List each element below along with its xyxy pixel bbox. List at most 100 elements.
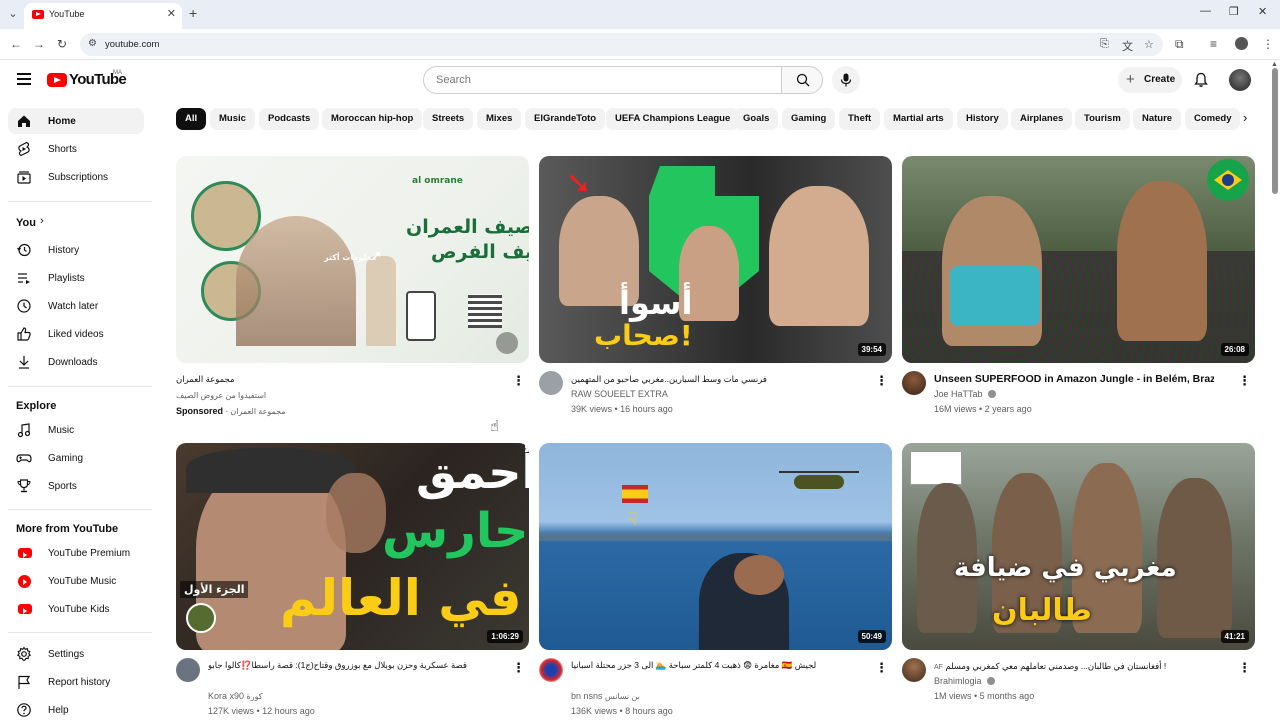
video-thumbnail[interactable]: 26:08 xyxy=(902,156,1255,363)
channel-avatar[interactable] xyxy=(539,658,563,682)
media-controls-icon[interactable]: ≡ xyxy=(1210,37,1217,51)
open-link-icon[interactable] xyxy=(496,332,518,354)
chip[interactable]: Airplanes xyxy=(1011,108,1073,130)
more-options-icon[interactable]: ⋮ xyxy=(875,373,888,389)
sidebar-item-shorts[interactable]: Shorts xyxy=(8,136,144,162)
chip[interactable]: Nature xyxy=(1133,108,1182,130)
channel-name[interactable]: Joe HaTTab xyxy=(934,389,983,399)
search-input[interactable] xyxy=(436,68,766,92)
more-info-label[interactable]: معلومات أكثر xyxy=(324,253,376,262)
sidebar-item-youtube-premium[interactable]: YouTube Premium xyxy=(8,540,144,566)
chip-all[interactable]: All xyxy=(176,108,207,130)
sidebar-item-gaming[interactable]: Gaming xyxy=(8,445,144,471)
sidebar-item-you[interactable]: You › xyxy=(8,210,144,236)
sidebar-item-liked-videos[interactable]: Liked videos xyxy=(8,321,144,347)
video-thumbnail[interactable]: أحمق حارس في العالم الجزء الأول 1:06:29 xyxy=(176,443,529,650)
channel-avatar[interactable] xyxy=(902,658,926,682)
ad-thumbnail[interactable]: al omrane صيف العمران... صيف الفرص معلوم… xyxy=(176,156,529,363)
video-title[interactable]: أفغانستان في طالبان... وصدمني تعاملهم مع… xyxy=(945,661,1166,671)
video-thumbnail[interactable]: ➘ أسوأ صحاب! 39:54 xyxy=(539,156,892,363)
chip[interactable]: UEFA Champions League xyxy=(606,108,740,130)
profile-icon[interactable] xyxy=(1235,37,1248,50)
video-card[interactable]: 26:08 Unseen SUPERFOOD in Amazon Jungle … xyxy=(902,156,1255,426)
channel-name[interactable]: Brahimlogia xyxy=(934,676,982,686)
channel-avatar[interactable] xyxy=(902,371,926,395)
sidebar-item-playlists[interactable]: Playlists xyxy=(8,265,144,291)
reload-icon[interactable]: ↻ xyxy=(57,37,67,51)
ad-advertiser-name[interactable]: مجموعة العمران xyxy=(176,372,476,386)
chip[interactable]: ElGrandeToto xyxy=(525,108,606,130)
video-thumbnail[interactable]: مغربي في ضيافة طالبان 41:21 xyxy=(902,443,1255,650)
tab-search-icon[interactable]: ⌄ xyxy=(4,5,22,23)
scroll-up-icon[interactable]: ▲ xyxy=(1271,61,1278,68)
close-window-icon[interactable]: ✕ xyxy=(1258,5,1267,18)
chip[interactable]: Streets xyxy=(423,108,474,130)
sidebar-item-downloads[interactable]: Downloads xyxy=(8,349,144,375)
chip[interactable]: History xyxy=(957,108,1008,130)
more-options-icon[interactable]: ⋮ xyxy=(512,660,525,676)
address-bar[interactable]: ⚙ youtube.com ⎘ 文 ☆ xyxy=(80,33,1163,56)
chevron-right-icon[interactable]: › xyxy=(1243,110,1247,125)
chip[interactable]: Martial arts xyxy=(884,108,953,130)
sidebar-item-youtube-music[interactable]: YouTube Music xyxy=(8,568,144,594)
sidebar-item-music[interactable]: Music xyxy=(8,417,144,443)
video-card[interactable]: ➘ أسوأ صحاب! 39:54 فرنسي مات وسط السباري… xyxy=(539,156,892,426)
more-options-icon[interactable]: ⋮ xyxy=(875,660,888,676)
chip[interactable]: Tourism xyxy=(1075,108,1130,130)
account-avatar[interactable] xyxy=(1229,69,1251,91)
channel-avatar[interactable] xyxy=(539,371,563,395)
forward-icon[interactable]: → xyxy=(33,37,45,51)
chip[interactable]: Theft xyxy=(839,108,881,130)
chip[interactable]: Podcasts xyxy=(259,108,320,130)
sidebar-item-history[interactable]: History xyxy=(8,237,144,263)
video-title[interactable]: قصة عسكرية وحزن بوبلال مع بوزروق وقتاح(ج… xyxy=(208,659,508,672)
chip[interactable]: Comedy xyxy=(1185,108,1241,130)
sidebar-item-report-history[interactable]: Report history xyxy=(8,669,144,695)
tab-close-icon[interactable]: ✕ xyxy=(167,7,176,20)
video-title[interactable]: فرنسي مات وسط السبارين..مغربي صاحبو من ا… xyxy=(571,372,871,386)
sidebar-item-subscriptions[interactable]: Subscriptions xyxy=(8,164,144,190)
install-app-icon[interactable]: ⎘ xyxy=(1100,38,1109,51)
sidebar-item-help[interactable]: Help xyxy=(8,697,144,723)
more-options-icon[interactable]: ⋮ xyxy=(1238,373,1251,389)
sidebar-item-home[interactable]: Home xyxy=(8,108,144,134)
channel-name[interactable]: RAW SOUEELT EXTRA xyxy=(571,389,668,399)
sidebar-item-watch-later[interactable]: Watch later xyxy=(8,293,144,319)
video-title[interactable]: Unseen SUPERFOOD in Amazon Jungle - in B… xyxy=(934,373,1214,385)
notifications-bell-icon[interactable] xyxy=(1193,72,1209,88)
ad-card[interactable]: al omrane صيف العمران... صيف الفرص معلوم… xyxy=(176,156,529,426)
video-card[interactable]: أحمق حارس في العالم الجزء الأول 1:06:29 … xyxy=(176,443,529,716)
search-button[interactable] xyxy=(781,66,823,94)
extensions-icon[interactable]: ⧉ xyxy=(1175,37,1184,52)
video-title[interactable]: مغامرة 😨 ذهبت 4 كلمتر سباحة 🏊 الى 3 جزر … xyxy=(571,659,871,672)
create-button[interactable]: + Create xyxy=(1118,67,1182,93)
channel-avatar[interactable] xyxy=(176,658,200,682)
translate-icon[interactable]: 文 xyxy=(1122,38,1133,54)
minimize-icon[interactable]: — xyxy=(1200,5,1211,17)
page-scrollbar-thumb[interactable] xyxy=(1272,68,1278,194)
restore-icon[interactable]: ❐ xyxy=(1229,5,1239,18)
browser-tab[interactable]: YouTube ✕ xyxy=(24,3,182,29)
sidebar-item-youtube-kids[interactable]: YouTube Kids xyxy=(8,596,144,622)
video-card[interactable]: ☟ 50:49 مغامرة 😨 ذهبت 4 كلمتر سباحة 🏊 ال… xyxy=(539,443,892,716)
new-tab-icon[interactable]: + xyxy=(189,5,197,21)
back-icon[interactable]: ← xyxy=(10,37,22,51)
channel-name[interactable]: Kora x90 xyxy=(208,691,244,701)
chip[interactable]: Goals xyxy=(734,108,779,130)
channel-name[interactable]: bn nsns xyxy=(571,691,603,701)
site-info-icon[interactable]: ⚙ xyxy=(88,38,97,49)
video-card[interactable]: مغربي في ضيافة طالبان 41:21 AF أفغانستان… xyxy=(902,443,1255,713)
chip[interactable]: Music xyxy=(210,108,255,130)
chip[interactable]: Gaming xyxy=(782,108,836,130)
more-options-icon[interactable]: ⋮ xyxy=(512,373,525,389)
guide-menu-icon[interactable] xyxy=(17,73,31,85)
chip[interactable]: Moroccan hip-hop xyxy=(322,108,423,130)
voice-search-button[interactable] xyxy=(832,66,860,94)
bookmark-star-icon[interactable]: ☆ xyxy=(1144,38,1154,51)
chip[interactable]: Mixes xyxy=(477,108,522,130)
browser-menu-icon[interactable]: ⋮ xyxy=(1262,37,1274,51)
more-options-icon[interactable]: ⋮ xyxy=(1238,660,1251,676)
external-link-icon[interactable]: ↗ xyxy=(370,249,382,265)
video-thumbnail[interactable]: ☟ 50:49 xyxy=(539,443,892,650)
sidebar-item-settings[interactable]: Settings xyxy=(8,641,144,667)
